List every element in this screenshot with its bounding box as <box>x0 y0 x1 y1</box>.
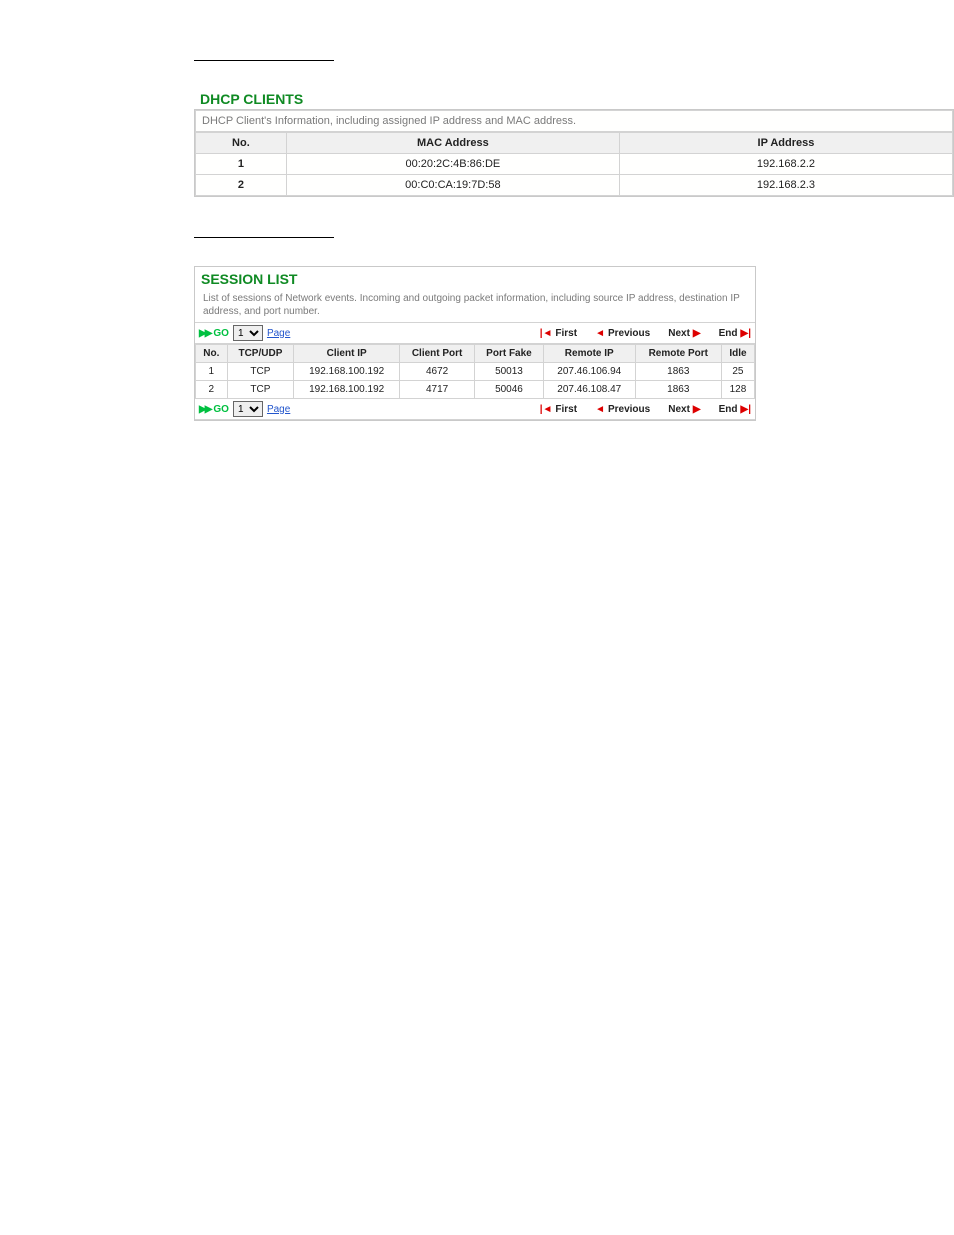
nav-next[interactable]: Next▶ <box>668 404 700 415</box>
nav-first[interactable]: |◄First <box>540 328 577 339</box>
session-cell-rip: 207.46.108.47 <box>543 381 635 399</box>
dhcp-cell-mac: 00:C0:CA:19:7D:58 <box>286 175 619 196</box>
dhcp-row: 1 00:20:2C:4B:86:DE 192.168.2.2 <box>196 154 953 175</box>
session-cell-pfake: 50046 <box>475 381 544 399</box>
dhcp-cell-ip: 192.168.2.2 <box>619 154 952 175</box>
session-th-rip: Remote IP <box>543 345 635 363</box>
page-link-top[interactable]: Page <box>267 328 290 339</box>
go-label: GO <box>213 404 229 415</box>
nav-end[interactable]: End▶| <box>719 328 751 339</box>
session-th-cport: Client Port <box>400 345 475 363</box>
nav-prev[interactable]: ◄Previous <box>595 404 650 415</box>
go-label: GO <box>213 328 229 339</box>
session-cell-proto: TCP <box>227 381 294 399</box>
page-link-bottom[interactable]: Page <box>267 404 290 415</box>
nav-next-label: Next <box>668 404 690 415</box>
pager-nav-bottom: |◄First ◄Previous Next▶ End▶| <box>540 404 751 415</box>
page-select-bottom[interactable]: 1 <box>233 401 263 417</box>
session-cell-idle: 128 <box>721 381 754 399</box>
session-description: List of sessions of Network events. Inco… <box>195 287 755 322</box>
page-select-top[interactable]: 1 <box>233 325 263 341</box>
go-button-top[interactable]: ▶▶ GO <box>199 328 229 339</box>
dhcp-row: 2 00:C0:CA:19:7D:58 192.168.2.3 <box>196 175 953 196</box>
session-title: SESSION LIST <box>195 267 755 287</box>
end-icon: ▶| <box>741 328 752 339</box>
go-arrows-icon: ▶▶ <box>199 328 210 339</box>
dhcp-th-mac: MAC Address <box>286 133 619 154</box>
session-cell-cip: 192.168.100.192 <box>294 363 400 381</box>
dhcp-th-ip: IP Address <box>619 133 952 154</box>
session-th-rport: Remote Port <box>635 345 721 363</box>
session-th-cip: Client IP <box>294 345 400 363</box>
nav-first-label: First <box>555 404 577 415</box>
session-cell-cip: 192.168.100.192 <box>294 381 400 399</box>
nav-end-label: End <box>719 328 738 339</box>
session-cell-pfake: 50013 <box>475 363 544 381</box>
session-th-proto: TCP/UDP <box>227 345 294 363</box>
session-cell-cport: 4717 <box>400 381 475 399</box>
session-th-idle: Idle <box>721 345 754 363</box>
session-row: 2 TCP 192.168.100.192 4717 50046 207.46.… <box>196 381 755 399</box>
nav-first-label: First <box>555 328 577 339</box>
first-icon: |◄ <box>540 328 553 339</box>
dhcp-cell-mac: 00:20:2C:4B:86:DE <box>286 154 619 175</box>
session-cell-cport: 4672 <box>400 363 475 381</box>
session-th-no: No. <box>196 345 228 363</box>
dhcp-table: No. MAC Address IP Address 1 00:20:2C:4B… <box>195 132 953 196</box>
nav-prev[interactable]: ◄Previous <box>595 328 650 339</box>
session-cell-rip: 207.46.106.94 <box>543 363 635 381</box>
session-row: 1 TCP 192.168.100.192 4672 50013 207.46.… <box>196 363 755 381</box>
end-icon: ▶| <box>741 404 752 415</box>
pager-nav-top: |◄First ◄Previous Next▶ End▶| <box>540 328 751 339</box>
next-icon: ▶ <box>693 404 701 415</box>
go-button-bottom[interactable]: ▶▶ GO <box>199 404 229 415</box>
nav-first[interactable]: |◄First <box>540 404 577 415</box>
session-cell-idle: 25 <box>721 363 754 381</box>
session-cell-rport: 1863 <box>635 363 721 381</box>
dhcp-cell-no: 1 <box>196 154 287 175</box>
caption-dhcp-clients <box>194 60 334 61</box>
session-th-pfake: Port Fake <box>475 345 544 363</box>
prev-icon: ◄ <box>595 328 605 339</box>
dhcp-description: DHCP Client's Information, including ass… <box>195 110 953 132</box>
nav-prev-label: Previous <box>608 404 650 415</box>
nav-prev-label: Previous <box>608 328 650 339</box>
nav-end-label: End <box>719 404 738 415</box>
session-cell-no: 2 <box>196 381 228 399</box>
session-figure-container: SESSION LIST List of sessions of Network… <box>194 266 756 421</box>
dhcp-title: DHCP CLIENTS <box>194 85 954 109</box>
dhcp-th-no: No. <box>196 133 287 154</box>
dhcp-cell-no: 2 <box>196 175 287 196</box>
session-cell-rport: 1863 <box>635 381 721 399</box>
pager-bottom: ▶▶ GO 1 Page |◄First ◄Previous Next▶ End… <box>195 399 755 420</box>
dhcp-cell-ip: 192.168.2.3 <box>619 175 952 196</box>
first-icon: |◄ <box>540 404 553 415</box>
next-icon: ▶ <box>693 328 701 339</box>
session-cell-no: 1 <box>196 363 228 381</box>
session-cell-proto: TCP <box>227 363 294 381</box>
dhcp-panel: DHCP Client's Information, including ass… <box>194 109 954 197</box>
prev-icon: ◄ <box>595 404 605 415</box>
session-table: No. TCP/UDP Client IP Client Port Port F… <box>195 344 755 399</box>
caption-session-list <box>194 237 334 238</box>
pager-top: ▶▶ GO 1 Page |◄First ◄Previous Next▶ End… <box>195 322 755 344</box>
nav-next-label: Next <box>668 328 690 339</box>
dhcp-figure-container: DHCP CLIENTS DHCP Client's Information, … <box>194 85 954 197</box>
go-arrows-icon: ▶▶ <box>199 404 210 415</box>
nav-next[interactable]: Next▶ <box>668 328 700 339</box>
nav-end[interactable]: End▶| <box>719 404 751 415</box>
